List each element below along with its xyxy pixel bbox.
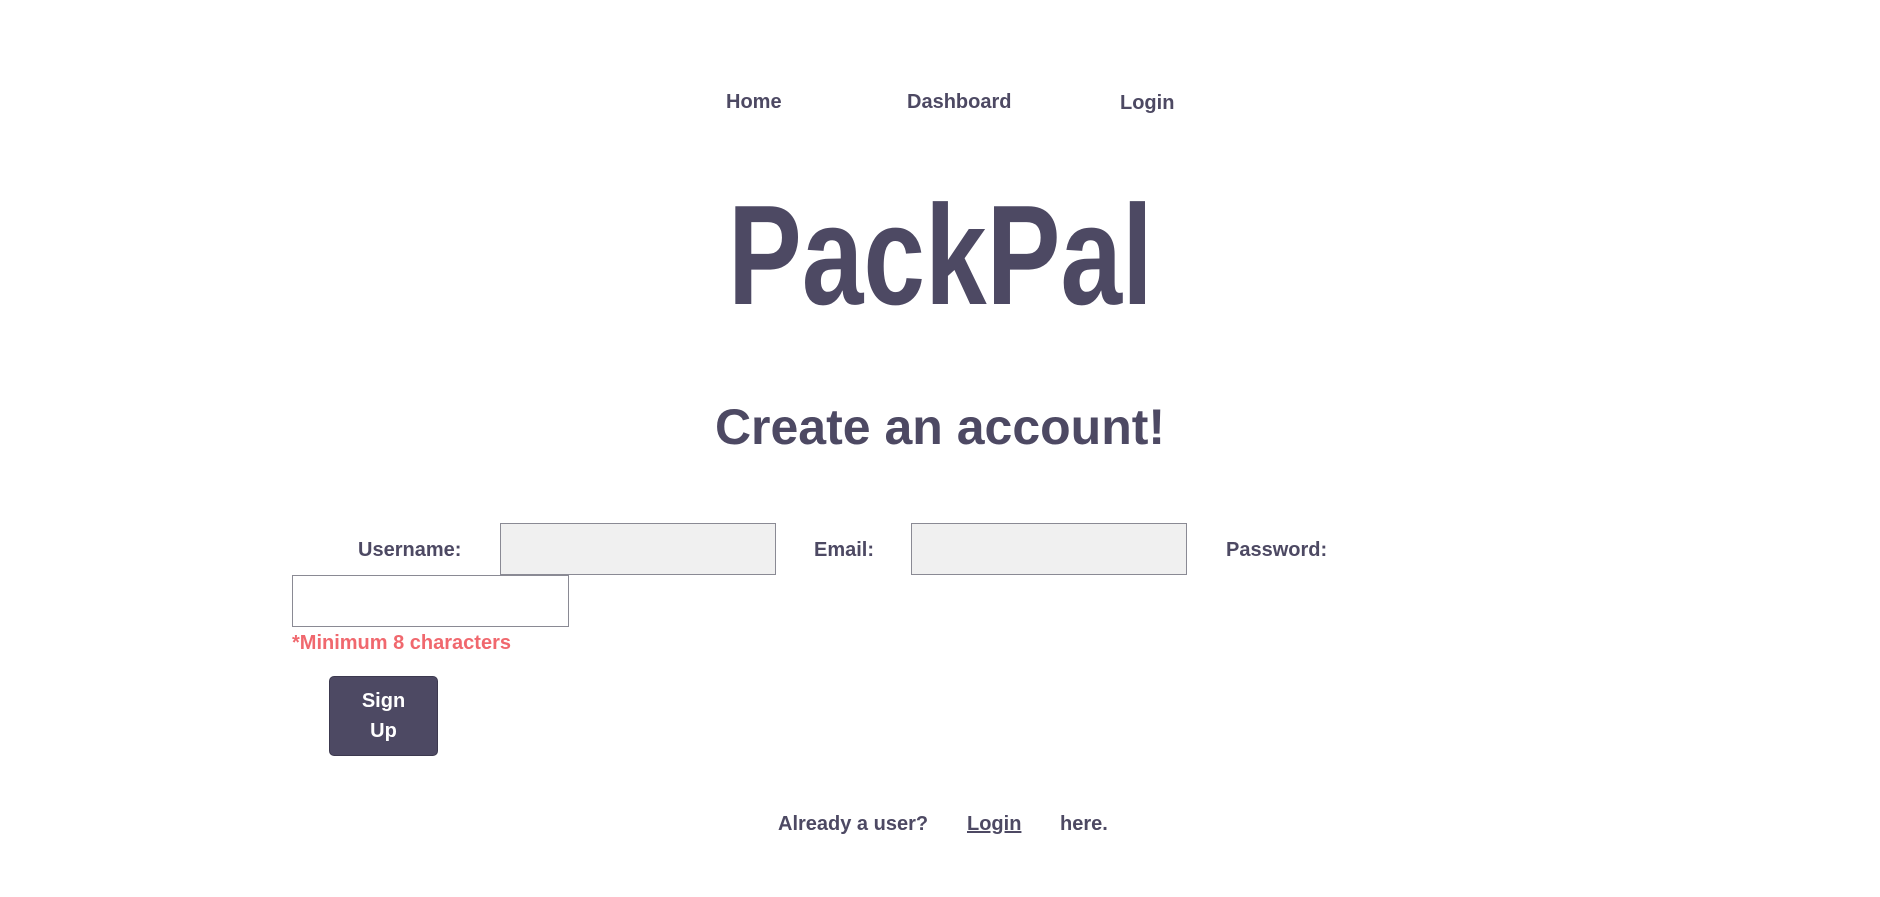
email-label: Email: xyxy=(814,539,875,561)
page-title: Create an account! xyxy=(714,399,1166,455)
nav-login-link[interactable]: Login xyxy=(1120,92,1174,115)
footer-login-link[interactable]: Login xyxy=(967,813,1021,836)
app-logo: PackPal xyxy=(0,185,1880,327)
signup-page: Home Dashboard Login PackPal Create an a… xyxy=(0,0,1880,897)
username-label: Username: xyxy=(358,539,462,561)
username-input[interactable] xyxy=(500,523,776,575)
here-text: here. xyxy=(1060,813,1108,835)
sign-up-button[interactable]: Sign Up xyxy=(329,676,438,756)
app-logo-text: PackPal xyxy=(727,176,1153,335)
already-user-text: Already a user? xyxy=(778,813,929,835)
nav-home-link[interactable]: Home xyxy=(726,91,782,114)
password-input[interactable] xyxy=(292,575,569,627)
password-hint: *Minimum 8 characters xyxy=(292,632,511,654)
password-label: Password: xyxy=(1226,539,1328,561)
email-input[interactable] xyxy=(911,523,1187,575)
nav-dashboard-link[interactable]: Dashboard xyxy=(907,91,1011,114)
